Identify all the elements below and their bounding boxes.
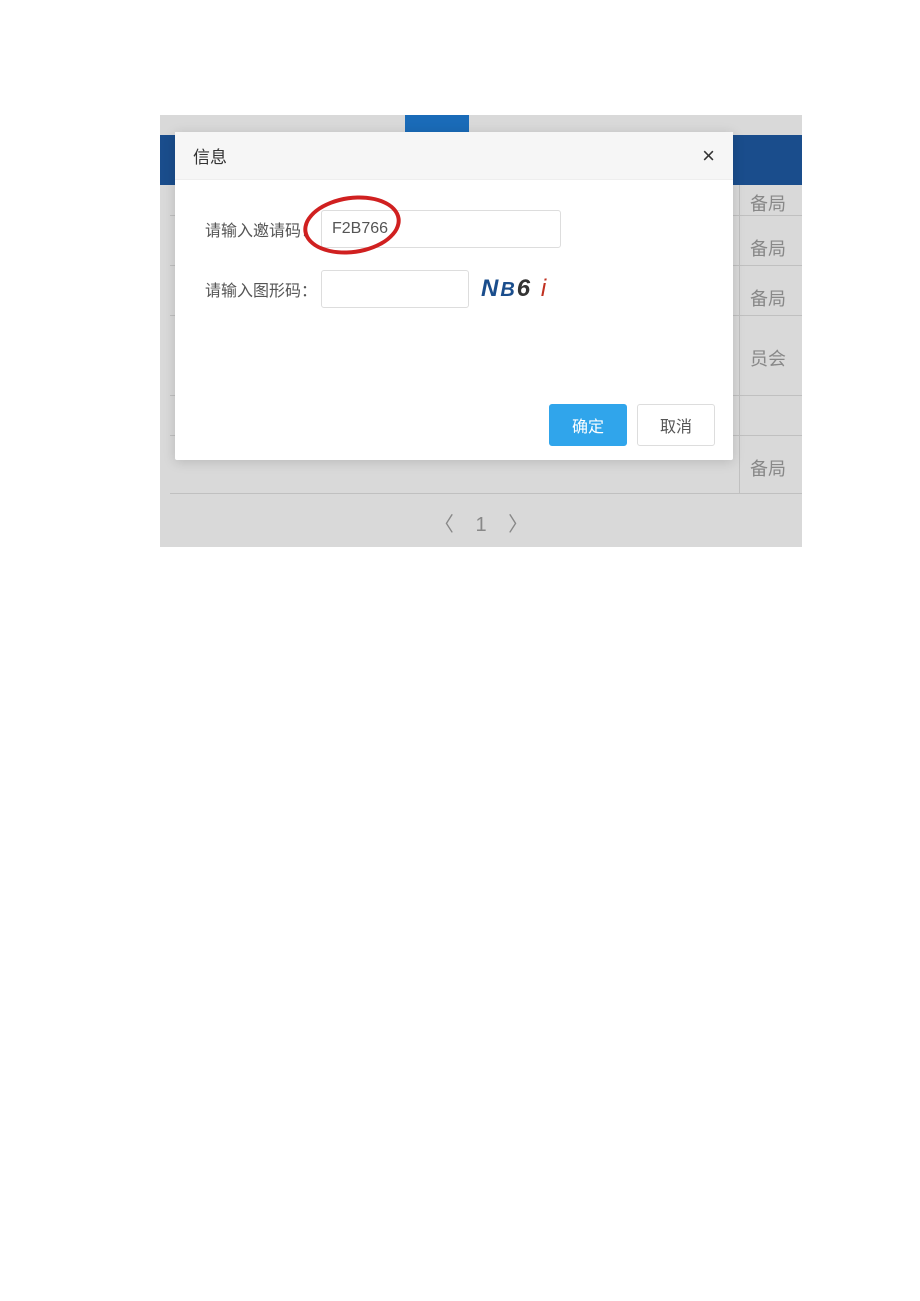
pagination-prev[interactable]: 〈	[434, 514, 454, 536]
captcha-char: i	[541, 275, 548, 302]
row-divider	[170, 493, 802, 494]
table-cell: 备局	[750, 285, 790, 307]
pagination-page[interactable]: 1	[475, 514, 486, 536]
table-cell: 员会	[750, 345, 790, 367]
info-modal: 信息 × 请输入邀请码： 请输入图形码： NB6 i 确定 取消	[175, 132, 733, 460]
captcha-char: B	[500, 279, 516, 301]
captcha-char: N	[481, 275, 500, 302]
confirm-button[interactable]: 确定	[549, 404, 627, 446]
modal-title: 信息	[193, 143, 227, 168]
table-cell: 备局	[750, 190, 790, 212]
captcha-image[interactable]: NB6 i	[475, 273, 554, 305]
modal-footer: 确定 取消	[549, 404, 715, 446]
table-cell: 备局	[750, 235, 790, 257]
vertical-divider	[739, 185, 740, 493]
cancel-button[interactable]: 取消	[637, 404, 715, 446]
invite-code-row: 请输入邀请码：	[193, 210, 715, 248]
captcha-label: 请输入图形码：	[193, 277, 321, 301]
pagination: 〈 1 〉	[160, 508, 802, 537]
pagination-next[interactable]: 〉	[508, 514, 528, 536]
invite-code-label: 请输入邀请码：	[193, 217, 321, 241]
modal-body: 请输入邀请码： 请输入图形码： NB6 i	[175, 180, 733, 340]
modal-header: 信息 ×	[175, 132, 733, 180]
captcha-row: 请输入图形码： NB6 i	[193, 270, 715, 308]
captcha-char: 6	[517, 275, 532, 302]
close-icon[interactable]: ×	[702, 145, 715, 167]
table-cell: 备局	[750, 455, 790, 477]
captcha-input[interactable]	[321, 270, 469, 308]
invite-code-input[interactable]	[321, 210, 561, 248]
